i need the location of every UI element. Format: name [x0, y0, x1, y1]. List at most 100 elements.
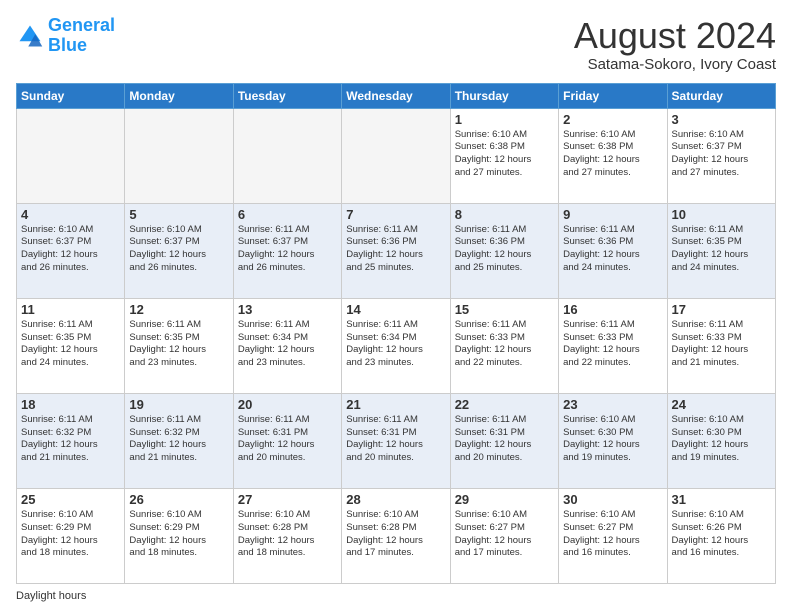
calendar-cell — [233, 108, 341, 203]
day-info: Sunrise: 6:10 AM Sunset: 6:30 PM Dayligh… — [672, 414, 771, 465]
calendar-cell: 6 Sunrise: 6:11 AM Sunset: 6:37 PM Daylig… — [233, 203, 341, 298]
calendar-cell: 9Sunrise: 6:11 AM Sunset: 6:36 PM Daylig… — [559, 203, 667, 298]
day-number: 13 — [238, 302, 337, 317]
day-number: 14 — [346, 302, 445, 317]
day-info: Sunrise: 6:10 AM Sunset: 6:26 PM Dayligh… — [672, 509, 771, 560]
calendar-cell: 3 Sunrise: 6:10 AM Sunset: 6:37 PM Daylig… — [667, 108, 775, 203]
day-info: Sunrise: 6:11 AM Sunset: 6:32 PM Dayligh… — [129, 414, 228, 465]
day-info: Sunrise: 6:11 AM Sunset: 6:37 PM Dayligh… — [238, 224, 337, 275]
day-info: Sunrise: 6:10 AM Sunset: 6:37 PM Dayligh… — [672, 129, 771, 180]
day-info: Sunrise: 6:11 AM Sunset: 6:33 PM Dayligh… — [455, 319, 554, 370]
calendar-cell: 13 Sunrise: 6:11 AM Sunset: 6:34 PM Dayli… — [233, 298, 341, 393]
day-number: 18 — [21, 397, 120, 412]
footer: Daylight hours — [16, 590, 776, 602]
logo-icon — [16, 22, 44, 50]
day-info: Sunrise: 6:11 AM Sunset: 6:35 PM Dayligh… — [129, 319, 228, 370]
day-number: 31 — [672, 492, 771, 507]
day-number: 25 — [21, 492, 120, 507]
day-number: 23 — [563, 397, 662, 412]
day-number: 30 — [563, 492, 662, 507]
day-info: Sunrise: 6:10 AM Sunset: 6:37 PM Dayligh… — [129, 224, 228, 275]
calendar-cell: 19 Sunrise: 6:11 AM Sunset: 6:32 PM Dayli… — [125, 393, 233, 488]
day-info: Sunrise: 6:11 AM Sunset: 6:33 PM Dayligh… — [563, 319, 662, 370]
calendar-cell — [342, 108, 450, 203]
calendar-cell: 1Sunrise: 6:10 AM Sunset: 6:38 PM Daylig… — [450, 108, 558, 203]
title-block: August 2024 Satama-Sokoro, Ivory Coast — [574, 16, 776, 73]
subtitle: Satama-Sokoro, Ivory Coast — [574, 56, 776, 73]
day-number: 17 — [672, 302, 771, 317]
calendar-cell: 20 Sunrise: 6:11 AM Sunset: 6:31 PM Dayli… — [233, 393, 341, 488]
day-info: Sunrise: 6:11 AM Sunset: 6:31 PM Dayligh… — [455, 414, 554, 465]
day-info: Sunrise: 6:11 AM Sunset: 6:34 PM Dayligh… — [238, 319, 337, 370]
day-info: Sunrise: 6:10 AM Sunset: 6:27 PM Dayligh… — [563, 509, 662, 560]
calendar-header-thursday: Thursday — [450, 83, 558, 108]
calendar-cell: 18 Sunrise: 6:11 AM Sunset: 6:32 PM Dayli… — [17, 393, 125, 488]
page: General Blue August 2024 Satama-Sokoro, … — [0, 0, 792, 612]
calendar-cell: 16 Sunrise: 6:11 AM Sunset: 6:33 PM Dayli… — [559, 298, 667, 393]
day-info: Sunrise: 6:11 AM Sunset: 6:31 PM Dayligh… — [238, 414, 337, 465]
calendar-cell: 12 Sunrise: 6:11 AM Sunset: 6:35 PM Dayli… — [125, 298, 233, 393]
day-number: 12 — [129, 302, 228, 317]
logo-line2: Blue — [48, 35, 87, 55]
footer-text: Daylight hours — [16, 590, 86, 602]
day-info: Sunrise: 6:10 AM Sunset: 6:30 PM Dayligh… — [563, 414, 662, 465]
day-info: Sunrise: 6:10 AM Sunset: 6:29 PM Dayligh… — [21, 509, 120, 560]
calendar-cell: 27 Sunrise: 6:10 AM Sunset: 6:28 PM Dayli… — [233, 488, 341, 583]
calendar-cell: 28 Sunrise: 6:10 AM Sunset: 6:28 PM Dayli… — [342, 488, 450, 583]
calendar-cell: 25 Sunrise: 6:10 AM Sunset: 6:29 PM Dayli… — [17, 488, 125, 583]
calendar-header-tuesday: Tuesday — [233, 83, 341, 108]
calendar-week-row: 25 Sunrise: 6:10 AM Sunset: 6:29 PM Dayli… — [17, 488, 776, 583]
calendar-cell: 23 Sunrise: 6:10 AM Sunset: 6:30 PM Dayli… — [559, 393, 667, 488]
day-info: Sunrise: 6:11 AM Sunset: 6:36 PM Dayligh… — [346, 224, 445, 275]
day-number: 6 — [238, 207, 337, 222]
calendar-header-saturday: Saturday — [667, 83, 775, 108]
day-number: 20 — [238, 397, 337, 412]
day-number: 27 — [238, 492, 337, 507]
calendar-header-wednesday: Wednesday — [342, 83, 450, 108]
day-number: 21 — [346, 397, 445, 412]
calendar-cell: 21 Sunrise: 6:11 AM Sunset: 6:31 PM Dayli… — [342, 393, 450, 488]
calendar-cell: 5 Sunrise: 6:10 AM Sunset: 6:37 PM Daylig… — [125, 203, 233, 298]
calendar-week-row: 18 Sunrise: 6:11 AM Sunset: 6:32 PM Dayli… — [17, 393, 776, 488]
calendar-cell: 4 Sunrise: 6:10 AM Sunset: 6:37 PM Daylig… — [17, 203, 125, 298]
calendar-cell: 31 Sunrise: 6:10 AM Sunset: 6:26 PM Dayli… — [667, 488, 775, 583]
day-number: 15 — [455, 302, 554, 317]
day-info: Sunrise: 6:10 AM Sunset: 6:28 PM Dayligh… — [346, 509, 445, 560]
calendar-week-row: 1Sunrise: 6:10 AM Sunset: 6:38 PM Daylig… — [17, 108, 776, 203]
day-info: Sunrise: 6:11 AM Sunset: 6:32 PM Dayligh… — [21, 414, 120, 465]
day-number: 11 — [21, 302, 120, 317]
day-info: Sunrise: 6:11 AM Sunset: 6:33 PM Dayligh… — [672, 319, 771, 370]
day-info: Sunrise: 6:10 AM Sunset: 6:38 PM Dayligh… — [563, 129, 662, 180]
calendar-header-friday: Friday — [559, 83, 667, 108]
calendar-cell: 11Sunrise: 6:11 AM Sunset: 6:35 PM Dayli… — [17, 298, 125, 393]
day-info: Sunrise: 6:10 AM Sunset: 6:38 PM Dayligh… — [455, 129, 554, 180]
day-number: 4 — [21, 207, 120, 222]
logo-line1: General — [48, 15, 115, 35]
month-title: August 2024 — [574, 16, 776, 56]
calendar-cell: 26Sunrise: 6:10 AM Sunset: 6:29 PM Dayli… — [125, 488, 233, 583]
day-number: 7 — [346, 207, 445, 222]
day-number: 9 — [563, 207, 662, 222]
day-number: 28 — [346, 492, 445, 507]
calendar-cell: 24 Sunrise: 6:10 AM Sunset: 6:30 PM Dayli… — [667, 393, 775, 488]
day-number: 19 — [129, 397, 228, 412]
day-info: Sunrise: 6:11 AM Sunset: 6:34 PM Dayligh… — [346, 319, 445, 370]
day-number: 5 — [129, 207, 228, 222]
calendar-week-row: 4 Sunrise: 6:10 AM Sunset: 6:37 PM Daylig… — [17, 203, 776, 298]
calendar-cell: 22 Sunrise: 6:11 AM Sunset: 6:31 PM Dayli… — [450, 393, 558, 488]
calendar-cell: 30 Sunrise: 6:10 AM Sunset: 6:27 PM Dayli… — [559, 488, 667, 583]
calendar-header-sunday: Sunday — [17, 83, 125, 108]
day-number: 24 — [672, 397, 771, 412]
day-number: 8 — [455, 207, 554, 222]
calendar-cell: 15 Sunrise: 6:11 AM Sunset: 6:33 PM Dayli… — [450, 298, 558, 393]
calendar-cell: 7 Sunrise: 6:11 AM Sunset: 6:36 PM Daylig… — [342, 203, 450, 298]
calendar-cell: 2Sunrise: 6:10 AM Sunset: 6:38 PM Daylig… — [559, 108, 667, 203]
day-number: 16 — [563, 302, 662, 317]
day-number: 3 — [672, 112, 771, 127]
logo: General Blue — [16, 16, 115, 56]
day-info: Sunrise: 6:10 AM Sunset: 6:37 PM Dayligh… — [21, 224, 120, 275]
day-number: 10 — [672, 207, 771, 222]
day-info: Sunrise: 6:11 AM Sunset: 6:31 PM Dayligh… — [346, 414, 445, 465]
day-number: 22 — [455, 397, 554, 412]
day-info: Sunrise: 6:10 AM Sunset: 6:28 PM Dayligh… — [238, 509, 337, 560]
